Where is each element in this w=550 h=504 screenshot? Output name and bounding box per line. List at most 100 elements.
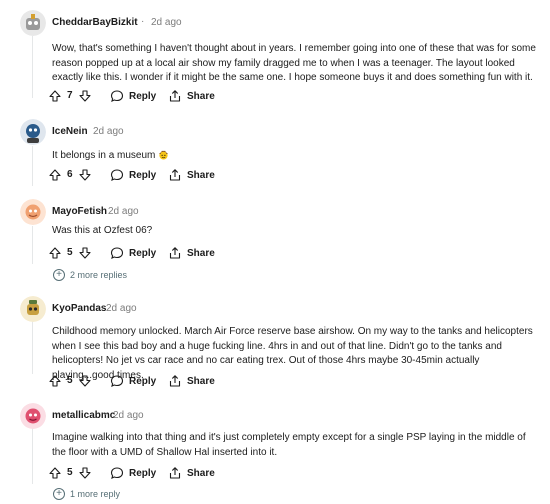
arrow-up-icon (49, 467, 61, 479)
speech-bubble-icon (110, 247, 124, 259)
more-replies-button[interactable]: + 1 more reply (53, 486, 120, 502)
reply-button[interactable]: Reply (110, 165, 156, 185)
comment-text: Was this at Ozfest 06? (52, 225, 153, 236)
separator-dot: · (141, 16, 145, 27)
speech-bubble-icon (110, 90, 124, 102)
share-button[interactable]: Share (168, 463, 215, 483)
comment-text-content: It belongs in a museum (52, 150, 156, 161)
upvote-button[interactable] (48, 463, 62, 483)
more-replies-label: 2 more replies (70, 270, 128, 280)
share-icon (169, 375, 181, 387)
share-label: Share (187, 90, 215, 102)
share-button[interactable]: Share (168, 243, 215, 263)
thread-rail[interactable] (32, 320, 33, 374)
comment: IceNein · 2d ago It belongs in a museum … (20, 119, 540, 181)
upvote-button[interactable] (48, 243, 62, 263)
separator-dot: · (84, 125, 88, 136)
share-icon (169, 247, 181, 259)
arrow-up-icon (49, 375, 61, 387)
vote-count: 5 (67, 375, 73, 386)
reply-button[interactable]: Reply (110, 243, 156, 263)
cowboy-emoji-icon (159, 150, 169, 160)
comment-header: IceNein · 2d ago (20, 119, 540, 147)
reply-button[interactable]: Reply (110, 371, 156, 391)
comment-text: Imagine walking into that thing and it's… (52, 432, 526, 458)
comment: metallicabmc · 2d ago Imagine walking in… (20, 403, 540, 500)
avatar[interactable] (20, 296, 46, 322)
avatar[interactable] (20, 10, 46, 36)
arrow-down-icon (79, 90, 91, 102)
comment-header: KyoPandas · 2d ago (20, 296, 540, 324)
reply-button[interactable]: Reply (110, 86, 156, 106)
more-replies-button[interactable]: + 2 more replies (53, 267, 127, 283)
reply-label: Reply (129, 467, 157, 479)
downvote-button[interactable] (78, 243, 92, 263)
arrow-down-icon (79, 247, 91, 259)
share-label: Share (187, 169, 215, 181)
comment-actions: 5 Reply Share (48, 463, 348, 483)
comment-actions: 6 Reply Share (48, 165, 348, 185)
share-button[interactable]: Share (168, 165, 215, 185)
separator-dot: · (99, 205, 103, 216)
comment-actions: 5 Reply Share (48, 243, 348, 263)
downvote-button[interactable] (78, 165, 92, 185)
timestamp[interactable]: 2d ago (151, 17, 182, 28)
avatar[interactable] (20, 119, 46, 145)
speech-bubble-icon (110, 169, 124, 181)
speech-bubble-icon (110, 375, 124, 387)
comment: CheddarBayBizkit · 2d ago Wow, that's so… (20, 10, 540, 102)
comment-actions: 5 Reply Share (48, 371, 348, 391)
avatar[interactable] (20, 199, 46, 225)
comment: KyoPandas · 2d ago Childhood memory unlo… (20, 296, 540, 387)
comment-text: It belongs in a museum (52, 149, 542, 164)
thread-rail[interactable] (32, 226, 33, 264)
downvote-button[interactable] (78, 371, 92, 391)
separator-dot: · (97, 302, 101, 313)
comment-text: Wow, that's something I haven't thought … (52, 43, 536, 83)
upvote-button[interactable] (48, 371, 62, 391)
share-button[interactable]: Share (168, 86, 215, 106)
arrow-up-icon (49, 169, 61, 181)
timestamp[interactable]: 2d ago (93, 126, 124, 137)
comment-actions: 7 Reply Share (48, 86, 348, 106)
reply-label: Reply (129, 90, 157, 102)
share-icon (169, 90, 181, 102)
reply-button[interactable]: Reply (110, 463, 156, 483)
thread-rail[interactable] (32, 36, 33, 98)
timestamp[interactable]: 2d ago (113, 410, 144, 421)
share-icon (169, 467, 181, 479)
downvote-button[interactable] (78, 86, 92, 106)
arrow-down-icon (79, 375, 91, 387)
vote-count: 7 (67, 90, 73, 101)
username[interactable]: IceNein (52, 126, 88, 137)
share-label: Share (187, 247, 215, 259)
vote-count: 5 (67, 247, 73, 258)
share-icon (169, 169, 181, 181)
comment-header: MayoFetish · 2d ago (20, 199, 540, 227)
separator-dot: · (104, 409, 108, 420)
share-button[interactable]: Share (168, 371, 215, 391)
reply-label: Reply (129, 375, 157, 387)
comment-header: metallicabmc · 2d ago (20, 403, 540, 431)
share-label: Share (187, 375, 215, 387)
username[interactable]: CheddarBayBizkit (52, 17, 138, 28)
timestamp[interactable]: 2d ago (106, 303, 137, 314)
comment: MayoFetish · 2d ago Was this at Ozfest 0… (20, 199, 540, 281)
upvote-button[interactable] (48, 165, 62, 185)
comment-header: CheddarBayBizkit · 2d ago (20, 10, 540, 38)
thread-rail[interactable] (32, 422, 33, 484)
more-replies-label: 1 more reply (70, 489, 121, 499)
avatar[interactable] (20, 403, 46, 429)
share-label: Share (187, 467, 215, 479)
reply-label: Reply (129, 247, 157, 259)
upvote-button[interactable] (48, 86, 62, 106)
thread-rail[interactable] (32, 146, 33, 186)
timestamp[interactable]: 2d ago (108, 206, 139, 217)
vote-count: 6 (67, 169, 73, 180)
downvote-button[interactable] (78, 463, 92, 483)
arrow-up-icon (49, 247, 61, 259)
arrow-up-icon (49, 90, 61, 102)
arrow-down-icon (79, 467, 91, 479)
reply-label: Reply (129, 169, 157, 181)
speech-bubble-icon (110, 467, 124, 479)
